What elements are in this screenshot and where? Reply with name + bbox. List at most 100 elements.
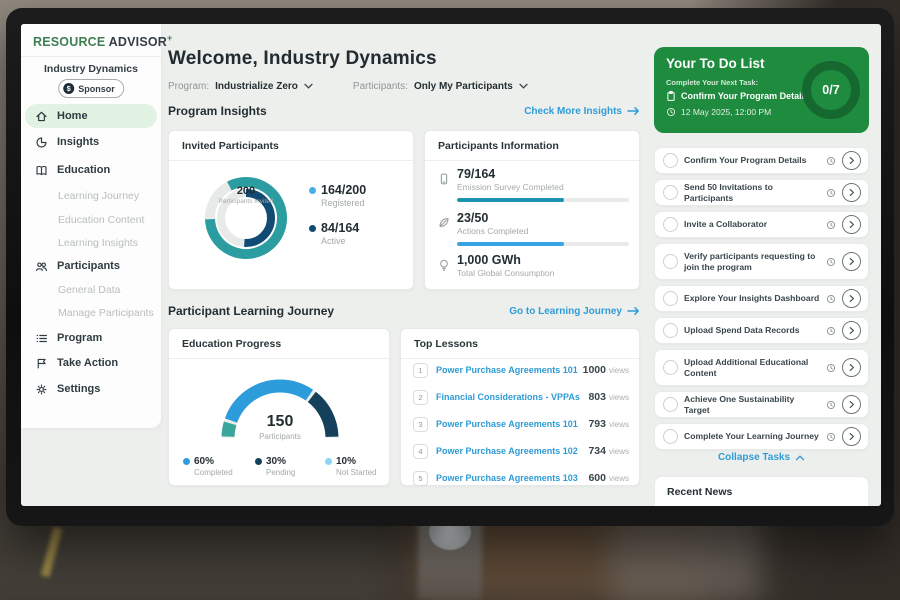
sidebar-item-program[interactable]: Program bbox=[21, 327, 161, 349]
card-title: Top Lessons bbox=[401, 329, 639, 359]
sidebar-item-settings[interactable]: Settings bbox=[21, 378, 161, 400]
legend-value: 164/200 bbox=[321, 183, 366, 197]
program-insights-header: Program Insights Check More Insights bbox=[168, 104, 640, 118]
sidebar-item-education-content[interactable]: Education Content bbox=[21, 209, 161, 231]
task-checkbox[interactable] bbox=[663, 397, 678, 412]
task-open-button[interactable] bbox=[842, 395, 861, 414]
sidebar-item-home[interactable]: Home bbox=[25, 104, 157, 128]
sidebar-item-take-action[interactable]: Take Action bbox=[21, 352, 161, 374]
task-row[interactable]: Achieve One Sustainability Target bbox=[654, 391, 869, 418]
sidebar-item-label: Education bbox=[57, 164, 110, 176]
task-open-button[interactable] bbox=[842, 151, 861, 170]
lesson-link[interactable]: Power Purchase Agreements 101 bbox=[436, 419, 588, 429]
sidebar-item-participants[interactable]: Participants bbox=[21, 255, 161, 277]
task-open-button[interactable] bbox=[842, 321, 861, 340]
collapse-tasks-link[interactable]: Collapse Tasks bbox=[654, 452, 869, 463]
brand-secondary: ADVISOR bbox=[109, 35, 167, 49]
participants-filter-select[interactable]: Only My Participants bbox=[414, 81, 513, 92]
clock-icon bbox=[826, 156, 836, 166]
chevron-right-icon bbox=[848, 257, 855, 266]
sponsor-badge[interactable]: $ Sponsor bbox=[58, 79, 124, 98]
clock-icon bbox=[826, 326, 836, 336]
task-row[interactable]: Upload Additional Educational Content bbox=[654, 349, 869, 386]
task-open-button[interactable] bbox=[842, 215, 861, 234]
chevron-down-icon[interactable] bbox=[519, 83, 528, 90]
sidebar-item-manage-participants[interactable]: Manage Participants bbox=[21, 302, 161, 324]
sidebar-item-label: Learning Insights bbox=[58, 237, 138, 249]
task-checkbox[interactable] bbox=[663, 291, 678, 306]
sponsor-badge-icon: $ bbox=[63, 83, 74, 94]
clock-icon bbox=[826, 432, 836, 442]
desktop-photo-backdrop: RESOURCE ADVISOR+ Industry Dynamics $ Sp… bbox=[0, 0, 900, 600]
collapse-tasks-label: Collapse Tasks bbox=[718, 452, 790, 463]
task-label: Invite a Collaborator bbox=[684, 219, 820, 230]
lesson-link[interactable]: Power Purchase Agreements 102 bbox=[436, 446, 588, 456]
chevron-down-icon[interactable] bbox=[304, 83, 313, 90]
clock-icon bbox=[826, 400, 836, 410]
lesson-rank: 3 bbox=[413, 417, 428, 432]
todo-due-label: 12 May 2025, 12:00 PM bbox=[681, 107, 771, 117]
task-checkbox[interactable] bbox=[663, 217, 678, 232]
legend-active: 84/164 Active bbox=[309, 221, 409, 246]
task-row[interactable]: Verify participants requesting to join t… bbox=[654, 243, 869, 280]
lesson-link[interactable]: Power Purchase Agreements 103 bbox=[436, 473, 588, 483]
chevron-right-icon bbox=[848, 326, 855, 335]
legend-dot bbox=[309, 187, 316, 194]
task-label: Explore Your Insights Dashboard bbox=[684, 293, 820, 304]
task-open-button[interactable] bbox=[842, 427, 861, 446]
task-checkbox[interactable] bbox=[663, 185, 678, 200]
stat-value: 23/50 bbox=[457, 211, 629, 225]
sidebar-item-general-data[interactable]: General Data bbox=[21, 279, 161, 301]
task-checkbox[interactable] bbox=[663, 153, 678, 168]
go-to-learning-journey-link[interactable]: Go to Learning Journey bbox=[509, 306, 640, 317]
chevron-right-icon bbox=[848, 432, 855, 441]
sidebar-item-education[interactable]: Education bbox=[21, 159, 161, 181]
task-open-button[interactable] bbox=[842, 252, 861, 271]
insights-icon bbox=[35, 136, 48, 149]
lesson-row: 3 Power Purchase Agreements 101 793 view… bbox=[413, 415, 629, 433]
lesson-views-label: views bbox=[609, 420, 629, 429]
task-row[interactable]: Complete Your Learning Journey bbox=[654, 423, 869, 450]
task-row[interactable]: Explore Your Insights Dashboard bbox=[654, 285, 869, 312]
sidebar-item-label: Insights bbox=[57, 136, 99, 148]
sidebar-item-learning-insights[interactable]: Learning Insights bbox=[21, 232, 161, 254]
lesson-rank: 4 bbox=[413, 444, 428, 459]
lesson-views-label: views bbox=[609, 474, 629, 483]
task-checkbox[interactable] bbox=[663, 429, 678, 444]
task-row[interactable]: Send 50 Invitations to Participants bbox=[654, 179, 869, 206]
legend-label: Active bbox=[321, 236, 409, 246]
dashboard-screen: RESOURCE ADVISOR+ Industry Dynamics $ Sp… bbox=[21, 24, 881, 506]
lesson-link[interactable]: Financial Considerations - VPPAs bbox=[436, 392, 588, 402]
sidebar-item-learning-journey[interactable]: Learning Journey bbox=[21, 185, 161, 207]
lesson-views: 793 bbox=[588, 418, 606, 430]
lesson-views-label: views bbox=[609, 447, 629, 456]
task-label: Upload Additional Educational Content bbox=[684, 357, 820, 378]
sidebar-item-insights[interactable]: Insights bbox=[21, 131, 161, 153]
task-checkbox[interactable] bbox=[663, 254, 678, 269]
lesson-link[interactable]: Power Purchase Agreements 101 bbox=[436, 365, 583, 375]
task-label: Confirm Your Program Details bbox=[684, 155, 820, 166]
chevron-right-icon bbox=[848, 188, 855, 197]
lesson-views: 734 bbox=[588, 445, 606, 457]
task-checkbox[interactable] bbox=[663, 360, 678, 375]
task-open-button[interactable] bbox=[842, 183, 861, 202]
progress-bar bbox=[457, 198, 629, 202]
todo-next-task-label: Confirm Your Program Details bbox=[681, 91, 809, 101]
task-label: Upload Spend Data Records bbox=[684, 325, 820, 336]
chevron-right-icon bbox=[848, 156, 855, 165]
check-more-insights-link[interactable]: Check More Insights bbox=[524, 106, 640, 117]
todo-due-date: 12 May 2025, 12:00 PM bbox=[666, 107, 771, 117]
program-filter-select[interactable]: Industrialize Zero bbox=[215, 81, 298, 92]
task-open-button[interactable] bbox=[842, 358, 861, 377]
stat-actions: 23/50 Actions Completed bbox=[437, 211, 629, 246]
brand-primary: RESOURCE bbox=[33, 35, 105, 49]
task-row[interactable]: Invite a Collaborator bbox=[654, 211, 869, 238]
task-row[interactable]: Confirm Your Program Details bbox=[654, 147, 869, 174]
progress-fill bbox=[457, 242, 564, 246]
task-row[interactable]: Upload Spend Data Records bbox=[654, 317, 869, 344]
task-checkbox[interactable] bbox=[663, 323, 678, 338]
sidebar-item-label: Learning Journey bbox=[58, 190, 139, 202]
card-title: Education Progress bbox=[169, 329, 389, 359]
lesson-views: 1000 bbox=[583, 364, 606, 376]
task-open-button[interactable] bbox=[842, 289, 861, 308]
